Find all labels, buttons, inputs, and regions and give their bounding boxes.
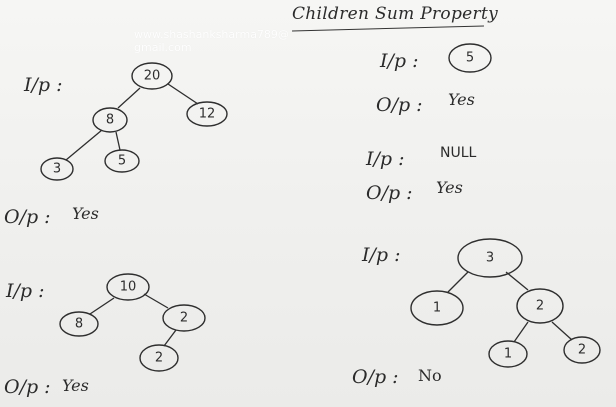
node-value: 5: [118, 154, 126, 169]
edge-20-12: [167, 83, 199, 105]
node-value: 2: [155, 351, 163, 366]
example-2-tree: 10 8 2 2: [59, 273, 206, 372]
edge-2-2: [163, 329, 177, 347]
edge-2-1: [513, 321, 529, 343]
node-value: 8: [106, 113, 114, 128]
edge-10-2: [143, 293, 169, 309]
edge-3-1: [447, 271, 469, 293]
edge-20-8: [117, 87, 141, 109]
node-value: 5: [466, 51, 474, 66]
edge-2-2b: [551, 321, 573, 341]
example-1-tree: 20 8 12 3 5: [40, 62, 228, 181]
node-value: 1: [433, 301, 441, 316]
node-value: 2: [578, 343, 586, 358]
node-value: 20: [144, 69, 161, 84]
edge-3-2: [505, 271, 529, 291]
node-value: 3: [486, 251, 494, 266]
example-5-tree: 3 1 2 1 2: [410, 238, 601, 368]
node-value: 3: [53, 162, 61, 177]
edge-8-5: [115, 131, 121, 151]
whiteboard: www.shashanksharma789@ gmail.com Childre…: [0, 0, 616, 407]
edge-8-3: [65, 129, 103, 161]
node-value: 10: [120, 280, 137, 295]
node-value: 1: [504, 347, 512, 362]
node-value: 2: [536, 299, 544, 314]
edge-10-8: [89, 297, 115, 315]
node-value: 12: [199, 107, 216, 122]
tree-diagrams: 20 8 12 3 5 10 8 2 2 5 3 1 2 1 2: [40, 43, 601, 372]
node-value: 2: [180, 311, 188, 326]
example-3-tree: 5: [448, 43, 492, 73]
node-value: 8: [75, 317, 83, 332]
